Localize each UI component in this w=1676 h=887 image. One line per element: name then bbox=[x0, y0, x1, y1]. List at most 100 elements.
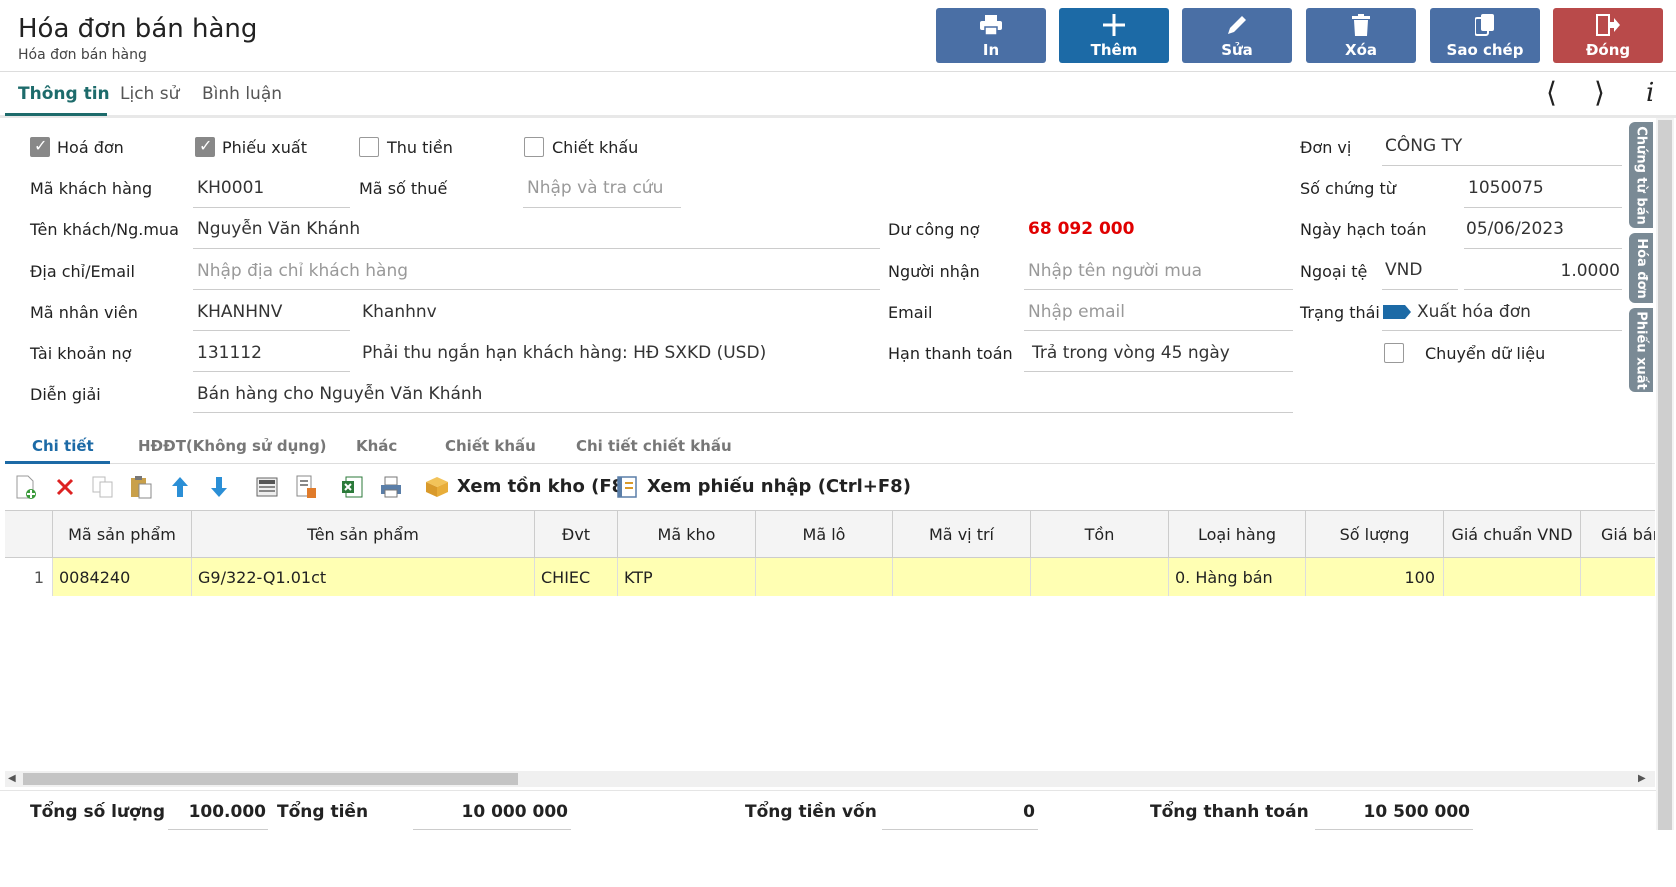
grid-cell-location[interactable] bbox=[893, 558, 1031, 596]
receipt-book-icon[interactable] bbox=[614, 474, 640, 500]
currency-field[interactable]: VND bbox=[1385, 260, 1422, 280]
subtab-detail[interactable]: Chi tiết bbox=[32, 437, 94, 455]
scroll-right-icon[interactable]: ▶ bbox=[1638, 773, 1646, 784]
address-label: Địa chỉ/Email bbox=[30, 262, 135, 281]
date-label: Ngày hạch toán bbox=[1300, 220, 1427, 239]
tax-code-field[interactable]: Nhập và tra cứu bbox=[527, 178, 663, 198]
subtab-other[interactable]: Khác bbox=[356, 437, 397, 455]
grid-cell-stock[interactable] bbox=[1031, 558, 1169, 596]
receiver-field[interactable]: Nhập tên người mua bbox=[1028, 261, 1202, 281]
edit-button[interactable]: Sửa bbox=[1182, 8, 1292, 63]
grid-header-stock[interactable]: Tồn bbox=[1031, 511, 1169, 558]
page-title: Hóa đơn bán hàng bbox=[18, 14, 258, 44]
delete-button[interactable]: Xóa bbox=[1306, 8, 1416, 63]
unit-field[interactable]: CÔNG TY bbox=[1385, 136, 1462, 156]
customer-code-field[interactable]: KH0001 bbox=[197, 178, 264, 198]
grid-header-location[interactable]: Mã vị trí bbox=[893, 511, 1031, 558]
move-down-icon[interactable] bbox=[206, 474, 232, 500]
rate-underline bbox=[1464, 289, 1622, 290]
date-field[interactable]: 05/06/2023 bbox=[1466, 219, 1564, 239]
subtab-discount[interactable]: Chiết khấu bbox=[445, 437, 536, 455]
export-checkbox[interactable] bbox=[195, 136, 215, 157]
grid-cell-product-code[interactable]: 0084240 bbox=[53, 558, 192, 596]
horizontal-scrollbar-thumb[interactable] bbox=[23, 773, 518, 785]
copy-button[interactable]: Sao chép bbox=[1430, 8, 1540, 63]
close-button[interactable]: Đóng bbox=[1553, 8, 1663, 63]
grid-cell-std-price[interactable] bbox=[1444, 558, 1581, 596]
due-underline bbox=[1024, 371, 1293, 372]
detail-grid: Mã sản phẩm Tên sản phẩm Đvt Mã kho Mã l… bbox=[5, 510, 1655, 770]
grid-cell-product-name[interactable]: G9/322-Q1.01ct bbox=[192, 558, 535, 596]
view-stock-button[interactable]: Xem tồn kho (F8) bbox=[457, 476, 632, 497]
address-underline bbox=[193, 289, 880, 290]
grid-header-lot[interactable]: Mã lô bbox=[756, 511, 893, 558]
prev-record-icon[interactable]: ⟨ bbox=[1546, 76, 1557, 109]
grid-header-qty[interactable]: Số lượng bbox=[1306, 511, 1444, 558]
debt-value: 68 092 000 bbox=[1028, 219, 1135, 239]
receiver-underline bbox=[1024, 289, 1293, 290]
employee-code-field[interactable]: KHANHNV bbox=[197, 302, 282, 322]
total-cost-label: Tổng tiền vốn bbox=[745, 802, 877, 822]
doc-no-field[interactable]: 1050075 bbox=[1468, 178, 1544, 198]
grid-cell-qty[interactable]: 100 bbox=[1306, 558, 1444, 596]
grid-header-unit[interactable]: Đvt bbox=[535, 511, 618, 558]
tab-comments[interactable]: Bình luận bbox=[202, 84, 282, 104]
address-field[interactable]: Nhập địa chỉ khách hàng bbox=[197, 261, 408, 281]
edit-label: Sửa bbox=[1221, 40, 1253, 59]
grid-header-warehouse[interactable]: Mã kho bbox=[618, 511, 756, 558]
due-field[interactable]: Trả trong vòng 45 ngày bbox=[1032, 343, 1230, 363]
print-grid-icon[interactable] bbox=[378, 474, 404, 500]
move-up-icon[interactable] bbox=[167, 474, 193, 500]
grid-cell-type[interactable]: 0. Hàng bán bbox=[1169, 558, 1306, 596]
grid-header-product-name[interactable]: Tên sản phẩm bbox=[192, 511, 535, 558]
add-button[interactable]: Thêm bbox=[1059, 8, 1169, 63]
description-field[interactable]: Bán hàng cho Nguyễn Văn Khánh bbox=[197, 384, 482, 404]
status-label: Trạng thái bbox=[1300, 303, 1380, 322]
transfer-checkbox[interactable] bbox=[1384, 343, 1404, 363]
plus-icon bbox=[1103, 13, 1125, 37]
grid-cell-price[interactable] bbox=[1581, 558, 1655, 596]
subtab-discount-detail[interactable]: Chi tiết chiết khấu bbox=[576, 437, 732, 455]
email-field[interactable]: Nhập email bbox=[1028, 302, 1125, 322]
invoice-checkbox[interactable] bbox=[30, 136, 50, 157]
total-payment-value: 10 500 000 bbox=[1363, 802, 1470, 822]
side-tab-sales-voucher[interactable]: Chứng từ bán bbox=[1629, 122, 1653, 228]
copy-row-icon[interactable] bbox=[90, 474, 116, 500]
tab-info[interactable]: Thông tin bbox=[18, 84, 110, 104]
calculator-icon[interactable] bbox=[254, 474, 280, 500]
print-button[interactable]: In bbox=[936, 8, 1046, 63]
grid-header-price[interactable]: Giá bán bbox=[1581, 511, 1655, 558]
side-tab-export[interactable]: Phiếu xuất bbox=[1629, 308, 1653, 392]
paste-row-icon[interactable] bbox=[128, 474, 154, 500]
rate-field[interactable]: 1.0000 bbox=[1464, 261, 1620, 281]
grid-cell-warehouse[interactable]: KTP bbox=[618, 558, 756, 596]
unit-underline bbox=[1382, 165, 1622, 166]
stock-box-icon[interactable] bbox=[424, 474, 450, 500]
new-row-icon[interactable] bbox=[13, 474, 39, 500]
collect-checkbox[interactable] bbox=[359, 137, 379, 157]
excel-icon[interactable] bbox=[339, 474, 365, 500]
side-tab-invoice[interactable]: Hóa đơn bbox=[1629, 233, 1653, 303]
delete-row-icon[interactable] bbox=[52, 474, 78, 500]
report-icon[interactable] bbox=[293, 474, 319, 500]
grid-header-product-code[interactable]: Mã sản phẩm bbox=[53, 511, 192, 558]
account-code-field[interactable]: 131112 bbox=[197, 343, 262, 363]
customer-code-underline bbox=[193, 207, 350, 208]
view-receipt-button[interactable]: Xem phiếu nhập (Ctrl+F8) bbox=[647, 476, 911, 497]
subtab-einvoice[interactable]: HĐĐT(Không sử dụng) bbox=[138, 437, 327, 455]
next-record-icon[interactable]: ⟩ bbox=[1594, 76, 1605, 109]
footer-divider bbox=[0, 790, 1656, 791]
description-underline bbox=[193, 412, 1293, 413]
total-qty-underline bbox=[168, 829, 268, 830]
grid-cell-unit[interactable]: CHIEC bbox=[535, 558, 618, 596]
discount-checkbox[interactable] bbox=[524, 137, 544, 157]
doc-no-underline bbox=[1464, 207, 1622, 208]
grid-header-std-price[interactable]: Giá chuẩn VND bbox=[1444, 511, 1581, 558]
scroll-left-icon[interactable]: ◀ bbox=[8, 773, 16, 784]
grid-cell-lot[interactable] bbox=[756, 558, 893, 596]
vertical-scrollbar-thumb[interactable] bbox=[1658, 120, 1672, 830]
customer-name-field[interactable]: Nguyễn Văn Khánh bbox=[197, 219, 360, 239]
info-icon[interactable]: i bbox=[1646, 78, 1654, 108]
grid-header-type[interactable]: Loại hàng bbox=[1169, 511, 1306, 558]
tab-history[interactable]: Lịch sử bbox=[120, 84, 179, 104]
